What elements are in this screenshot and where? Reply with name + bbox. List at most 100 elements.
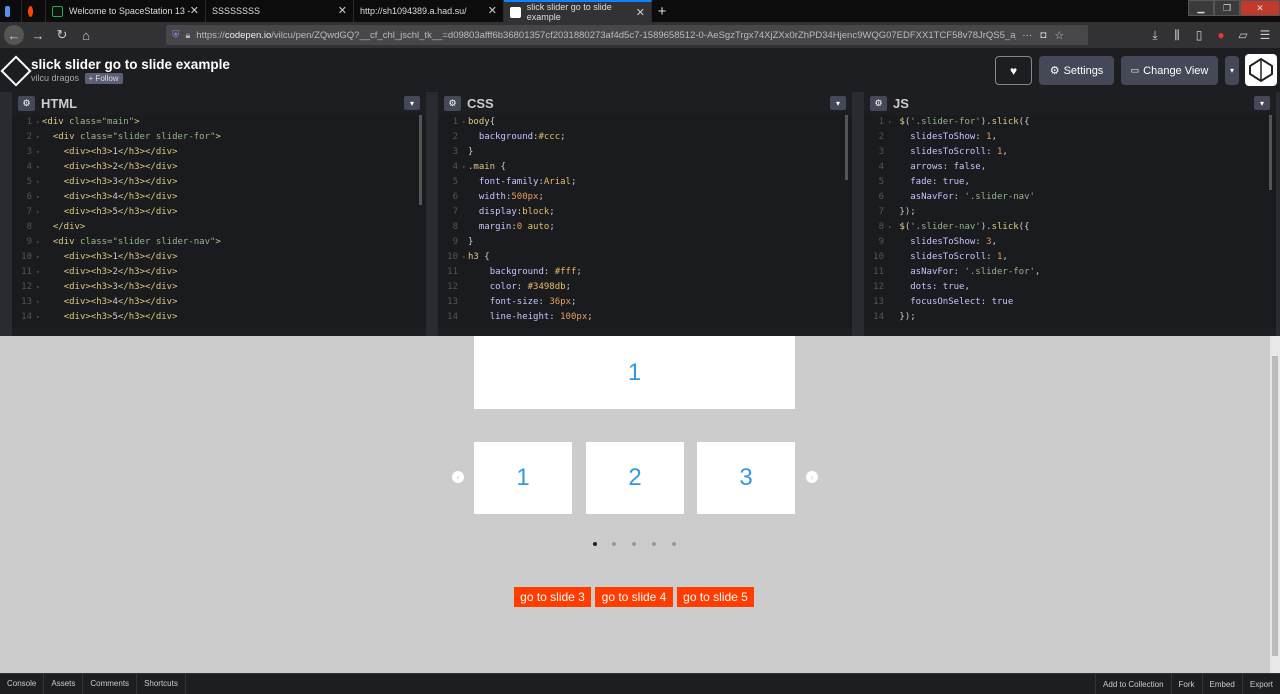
- download-icon[interactable]: ⤓: [1144, 25, 1166, 45]
- layout-icon: ▭: [1130, 65, 1140, 75]
- html-editor-header: ⚙ HTML ▾: [12, 92, 426, 115]
- codepen-icon: [510, 6, 521, 18]
- editor-resizer[interactable]: [852, 92, 864, 336]
- slider-dot[interactable]: [672, 542, 676, 546]
- shortcuts-button[interactable]: Shortcuts: [137, 673, 186, 694]
- go-to-slide-5-button[interactable]: go to slide 5: [677, 587, 754, 607]
- scrollbar[interactable]: [1269, 115, 1272, 190]
- author-name[interactable]: vilcu dragos: [31, 73, 79, 83]
- browser-nav-bar: ← → ↻ ⌂ ⛨ 🔒︎ https://codepen.io/vilcu/pe…: [0, 22, 1280, 48]
- preview-scrollbar[interactable]: [1270, 336, 1280, 673]
- add-to-collection-button[interactable]: Add to Collection: [1095, 674, 1170, 694]
- reload-icon[interactable]: ↻: [52, 25, 72, 45]
- maximize-icon[interactable]: ❐: [1214, 0, 1240, 16]
- chevron-left-icon: ‹: [456, 472, 460, 482]
- toolbar-icons: ⤓ ⫼ ▯ ● ▱ ☰: [1144, 25, 1276, 45]
- close-window-icon[interactable]: ✕: [1240, 0, 1280, 16]
- js-code[interactable]: 1 ▾ $('.slider-for').slick({ 2 slidesToSh…: [864, 115, 1276, 328]
- follow-button[interactable]: + Follow: [84, 73, 123, 84]
- library-icon[interactable]: ⫼: [1166, 25, 1188, 45]
- forward-icon[interactable]: →: [28, 25, 48, 45]
- gear-icon[interactable]: ⚙: [870, 96, 887, 111]
- pen-title: slick slider go to slide example: [31, 57, 230, 72]
- slider-dot[interactable]: [612, 542, 616, 546]
- user-avatar-icon: [1249, 57, 1273, 83]
- heart-icon: ♥: [1009, 63, 1018, 78]
- avatar[interactable]: [1245, 54, 1277, 86]
- html-editor-title: HTML: [41, 96, 78, 111]
- reddit-icon: [28, 5, 33, 17]
- page-actions-icon[interactable]: ···: [1022, 30, 1032, 41]
- gear-icon[interactable]: ⚙: [18, 96, 35, 111]
- go-to-slide-3-button[interactable]: go to slide 3: [514, 587, 591, 607]
- codepen-header: slick slider go to slide example vilcu d…: [0, 48, 1280, 92]
- slider-dot[interactable]: [652, 542, 656, 546]
- editor-resizer[interactable]: [426, 92, 438, 336]
- minimize-icon[interactable]: ▁: [1188, 0, 1214, 16]
- chevron-down-icon: ▾: [1229, 66, 1234, 75]
- close-tab-icon[interactable]: ✕: [338, 4, 347, 17]
- back-icon[interactable]: ←: [4, 25, 24, 45]
- adblock-icon[interactable]: ●: [1210, 25, 1232, 45]
- love-button[interactable]: ♥: [995, 56, 1032, 85]
- footer-right: Add to Collection Fork Embed Export: [1095, 674, 1280, 694]
- bookmark-star-icon[interactable]: ☆: [1054, 29, 1064, 42]
- slider-dot[interactable]: [632, 542, 636, 546]
- tab-title: slick slider go to slide example: [526, 2, 612, 22]
- close-tab-icon[interactable]: ✕: [636, 6, 645, 19]
- slider-prev-button[interactable]: ‹: [452, 471, 464, 483]
- codepen-logo-icon[interactable]: [0, 55, 32, 87]
- console-button[interactable]: Console: [0, 673, 45, 694]
- tab-chat[interactable]: [0, 0, 22, 22]
- go-to-slide-4-button[interactable]: go to slide 4: [595, 587, 673, 607]
- comments-button[interactable]: Comments: [83, 673, 138, 694]
- chevron-down-icon[interactable]: ▾: [404, 96, 420, 110]
- gear-icon[interactable]: ⚙: [444, 96, 461, 111]
- settings-label: Settings: [1063, 64, 1104, 77]
- view-dropdown-button[interactable]: ▾: [1225, 56, 1239, 85]
- scrollbar[interactable]: [845, 115, 848, 180]
- nav-slide[interactable]: 3: [697, 442, 795, 514]
- assets-button[interactable]: Assets: [44, 673, 84, 694]
- js-editor-header: ⚙ JS ▾: [864, 92, 1276, 115]
- embed-button[interactable]: Embed: [1201, 674, 1242, 694]
- url-bar[interactable]: ⛨ 🔒︎ https://codepen.io/vilcu/pen/ZQwdGQ…: [166, 25, 1088, 45]
- html-editor: ⚙ HTML ▾ 1 ▾ <div class="main"> 2 ▾ <div cl…: [12, 92, 426, 328]
- home-icon[interactable]: ⌂: [76, 25, 96, 45]
- scrollbar[interactable]: [419, 115, 422, 205]
- gear-icon: ⚙: [1049, 65, 1060, 77]
- close-tab-icon[interactable]: ✕: [190, 4, 199, 17]
- settings-button[interactable]: ⚙ Settings: [1039, 56, 1114, 85]
- editors-area: ⚙ HTML ▾ 1 ▾ <div class="main"> 2 ▾ <div cl…: [0, 92, 1280, 336]
- extension-icon[interactable]: ▱: [1232, 25, 1254, 45]
- slider-next-button[interactable]: ›: [806, 471, 818, 483]
- menu-icon[interactable]: ☰: [1254, 25, 1276, 45]
- chat-icon: [5, 5, 10, 17]
- export-button[interactable]: Export: [1241, 674, 1280, 694]
- nav-slide[interactable]: 1: [474, 442, 572, 514]
- tab-reddit[interactable]: [22, 0, 46, 22]
- sidebar-icon[interactable]: ▯: [1188, 25, 1210, 45]
- shield-icon: ⛨: [172, 29, 180, 41]
- close-tab-icon[interactable]: ✕: [488, 4, 497, 17]
- lock-icon: 🔒︎: [185, 29, 191, 40]
- tab-title: Welcome to SpaceStation 13 -: [69, 6, 191, 16]
- pocket-icon[interactable]: ◘: [1040, 30, 1046, 41]
- new-tab-button[interactable]: +: [652, 0, 672, 22]
- css-editor: ⚙ CSS ▾ 1 ▾ body{ 2 background:#ccc; 3} 4 ▾…: [438, 92, 852, 328]
- url-text: https://codepen.io/vilcu/pen/ZQwdGQ?__cf…: [196, 29, 1017, 41]
- slider-dot[interactable]: [593, 542, 597, 546]
- chevron-down-icon[interactable]: ▾: [1254, 96, 1270, 110]
- chevron-right-icon: ›: [810, 472, 814, 482]
- tab-had-su[interactable]: http://sh1094389.a.had.su/ ✕: [354, 0, 504, 22]
- scrollbar-thumb[interactable]: [1272, 356, 1278, 656]
- tab-spacestation[interactable]: Welcome to SpaceStation 13 - ✕: [46, 0, 206, 22]
- css-code[interactable]: 1 ▾ body{ 2 background:#ccc; 3} 4 ▾ .main { …: [438, 115, 852, 328]
- change-view-button[interactable]: ▭ Change View: [1121, 56, 1218, 85]
- chevron-down-icon[interactable]: ▾: [830, 96, 846, 110]
- tab-codepen[interactable]: slick slider go to slide example ✕: [504, 0, 652, 22]
- html-code[interactable]: 1 ▾ <div class="main"> 2 ▾ <div class="slid…: [12, 115, 426, 328]
- nav-slide[interactable]: 2: [586, 442, 684, 514]
- tab-ssss[interactable]: SSSSSSSS ✕: [206, 0, 354, 22]
- fork-button[interactable]: Fork: [1170, 674, 1202, 694]
